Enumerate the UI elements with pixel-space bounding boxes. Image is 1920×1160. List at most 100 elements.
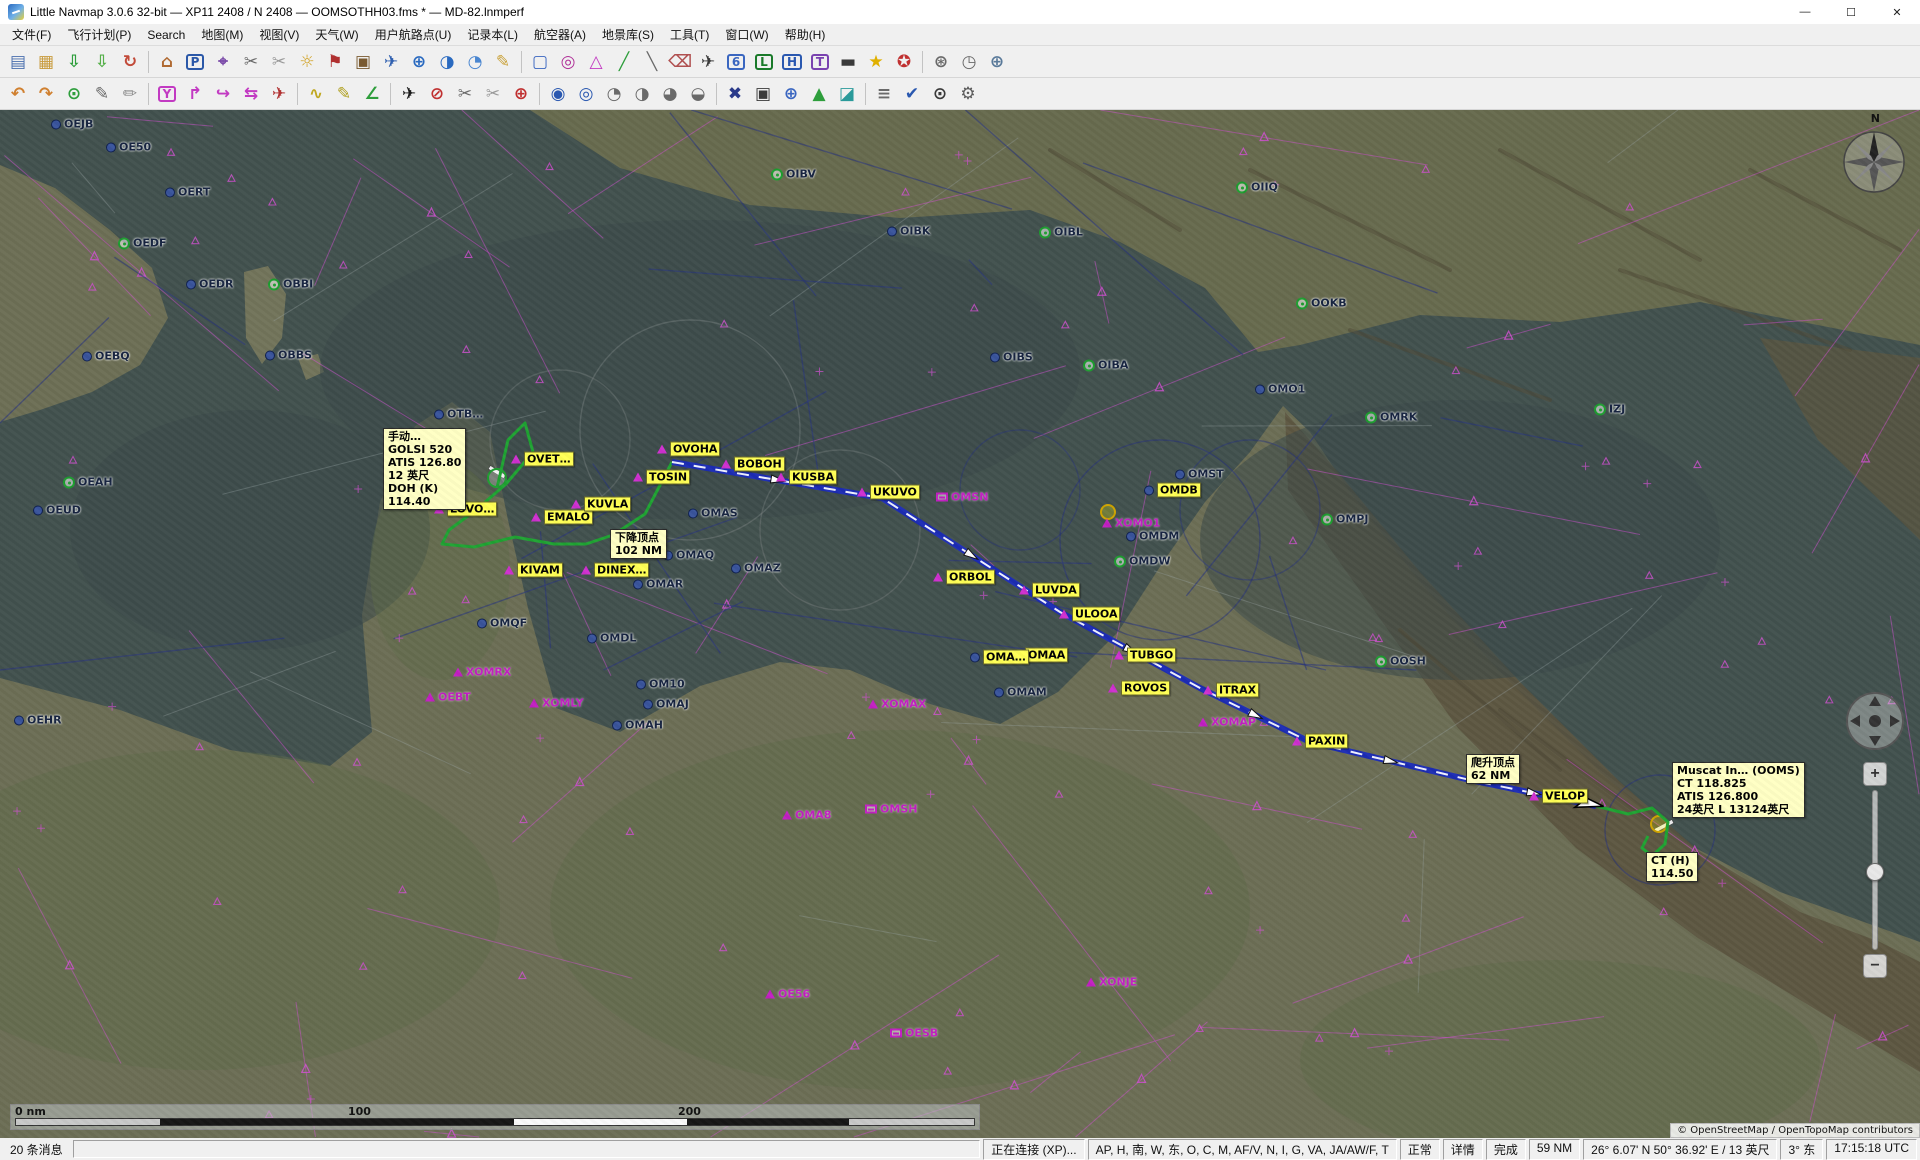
database-icon[interactable]: ≡ — [870, 80, 898, 108]
waypoint-OMST[interactable]: OMST — [1175, 468, 1224, 481]
cut-route-icon[interactable]: ✂ — [451, 80, 479, 108]
waypoint-OEDR[interactable]: OEDR — [186, 278, 233, 291]
waypoint-OMDW[interactable]: OMDW — [1114, 555, 1171, 568]
zoom-slider[interactable] — [1866, 790, 1884, 950]
undo-icon[interactable]: ↶ — [4, 80, 32, 108]
edit-plan-icon[interactable]: ✎ — [88, 80, 116, 108]
waypoint-OMDM[interactable]: OMDM — [1126, 530, 1179, 543]
zoom-in-icon[interactable]: ⊕ — [777, 80, 805, 108]
waypoint-ROVOS[interactable]: ROVOS — [1108, 680, 1171, 696]
zoom-slider-knob[interactable] — [1866, 863, 1884, 881]
map-canvas[interactable]: OEJB OE50 OERT OEDF OEDR OBBI OBBS OEBQ OEAH OEUD… — [0, 110, 1920, 1138]
waypoint-OEBQ[interactable]: OEBQ — [82, 350, 130, 363]
runway-label-icon[interactable]: ▬ — [834, 48, 862, 76]
reset-map-icon[interactable]: ⌂ — [153, 48, 181, 76]
waypoint-OMDL[interactable]: OMDL — [587, 632, 636, 645]
waypoint-OIIQ[interactable]: OIIQ — [1236, 181, 1278, 194]
options-gear-icon[interactable]: ⚙ — [954, 80, 982, 108]
destination-airport-icon[interactable]: ✈ — [265, 80, 293, 108]
waypoint-DINEX[interactable]: DINEX… — [581, 562, 650, 578]
measure-line-icon[interactable]: ╱ — [610, 48, 638, 76]
select-rect-icon[interactable]: ▢ — [526, 48, 554, 76]
waypoint-OOKB[interactable]: OOKB — [1296, 297, 1347, 310]
waypoint-PAXIN[interactable]: PAXIN — [1292, 733, 1349, 749]
menu-item-3[interactable]: 地图(M) — [193, 24, 251, 45]
ils-cat2-icon[interactable]: ◑ — [628, 80, 656, 108]
waypoint-OVET[interactable]: OVET… — [511, 451, 574, 467]
waypoint-XOMAP[interactable]: XOMAP — [1198, 716, 1256, 729]
procedures-icon[interactable]: Y — [153, 80, 181, 108]
terrain-icon[interactable]: ▲ — [805, 80, 833, 108]
delete-marks-icon[interactable]: ⌫ — [666, 48, 694, 76]
waypoint-XOMLY[interactable]: XOMLY — [529, 697, 584, 710]
waypoint-OMDB[interactable]: OMDB — [1144, 482, 1201, 498]
waypoint-XOMO1[interactable]: XOMO1 — [1102, 517, 1160, 530]
waypoint-OEHR[interactable]: OEHR — [14, 714, 62, 727]
waypoint-OESB[interactable]: OESB — [890, 1027, 938, 1040]
menu-item-2[interactable]: Search — [139, 26, 193, 44]
compass-rose-icon[interactable]: ✪ — [890, 48, 918, 76]
validate-icon[interactable]: ✔ — [898, 80, 926, 108]
compass-rose-icon[interactable] — [1838, 126, 1910, 198]
track-line-icon[interactable]: ∿ — [302, 80, 330, 108]
disable-icon[interactable]: ⊘ — [423, 80, 451, 108]
menu-item-9[interactable]: 地景库(S) — [594, 24, 662, 45]
waypoint-ITRAX[interactable]: ITRAX — [1203, 682, 1260, 698]
search-map-icon[interactable]: ⊙ — [926, 80, 954, 108]
map-marks-icon[interactable]: ✎ — [489, 48, 517, 76]
menu-item-1[interactable]: 飞行计划(P) — [59, 24, 139, 45]
waypoint-OIBK[interactable]: OIBK — [887, 225, 930, 238]
zoom-out-button[interactable]: − — [1863, 954, 1887, 978]
label-airport-icon[interactable]: L — [750, 48, 778, 76]
waypoint-OBBI[interactable]: OBBI — [268, 278, 313, 291]
menu-item-12[interactable]: 帮助(H) — [777, 24, 834, 45]
online-network-icon[interactable]: ⊕ — [983, 48, 1011, 76]
airspace-firs-icon[interactable]: ◑ — [433, 48, 461, 76]
waypoint-OEBT[interactable]: OEBT — [425, 691, 471, 704]
navaid-vor-icon[interactable]: ◉ — [544, 80, 572, 108]
hold-icon[interactable]: 6 — [722, 48, 750, 76]
waypoint-ULOOA[interactable]: ULOOA — [1059, 606, 1121, 622]
route-reverse-icon[interactable]: ⇆ — [237, 80, 265, 108]
map-pan-widget[interactable] — [1840, 686, 1910, 756]
sid-star-icon[interactable]: ↱ — [181, 80, 209, 108]
save-flightplan-icon[interactable]: ⇩ — [60, 48, 88, 76]
waypoint-OOSH[interactable]: OOSH — [1375, 655, 1426, 668]
traffic-pattern-icon[interactable]: ✈ — [694, 48, 722, 76]
menu-item-11[interactable]: 窗口(W) — [717, 24, 776, 45]
weather-icon[interactable]: ☼ — [293, 48, 321, 76]
waypoint-OE56[interactable]: OE56 — [765, 988, 810, 1001]
measure-gc-icon[interactable]: ╲ — [638, 48, 666, 76]
range-rings-icon[interactable]: ◎ — [554, 48, 582, 76]
waypoint-OMAZ[interactable]: OMAZ — [731, 562, 781, 575]
elevation-profile-icon[interactable]: ◪ — [833, 80, 861, 108]
waypoint-TOSIN[interactable]: TOSIN — [633, 469, 691, 485]
waypoint-OMA8[interactable]: OMA8 — [782, 809, 831, 822]
waypoint-OTB[interactable]: OTB… — [434, 408, 483, 421]
waypoint-XOMRX[interactable]: XOMRX — [453, 666, 511, 679]
waypoint-OMQF[interactable]: OMQF — [477, 617, 527, 630]
label-heading-icon[interactable]: H — [778, 48, 806, 76]
parking-position-icon[interactable]: P — [181, 48, 209, 76]
waypoint-OE50[interactable]: OE50 — [106, 141, 151, 154]
waypoint-OMO1[interactable]: OMO1 — [1255, 383, 1305, 396]
ils-cat1-icon[interactable]: ◔ — [600, 80, 628, 108]
label-text-icon[interactable]: T — [806, 48, 834, 76]
new-flightplan-icon[interactable]: ▤ — [4, 48, 32, 76]
ils-cat3-icon[interactable]: ◕ — [656, 80, 684, 108]
waypoint-OMSH[interactable]: OMSH — [865, 803, 917, 816]
highlight-star-icon[interactable]: ★ — [862, 48, 890, 76]
waypoint-OIBL[interactable]: OIBL — [1039, 226, 1083, 239]
msa-diagram-icon[interactable]: △ — [582, 48, 610, 76]
waypoint-OERT[interactable]: OERT — [165, 186, 210, 199]
waypoint-OEDF[interactable]: OEDF — [118, 237, 167, 250]
waypoint-OMRK[interactable]: OMRK — [1365, 411, 1417, 424]
waypoint-OM10[interactable]: OM10 — [636, 678, 685, 691]
userpoint-icon[interactable]: ⚑ — [321, 48, 349, 76]
waypoint-OMAS[interactable]: OMAS — [688, 507, 738, 520]
close-button[interactable]: ✕ — [1874, 0, 1920, 24]
waypoint-OIBA[interactable]: OIBA — [1083, 359, 1128, 372]
logbook-icon[interactable]: ▣ — [349, 48, 377, 76]
center-flightplan-icon[interactable]: ⌖ — [209, 48, 237, 76]
reload-flightplan-icon[interactable]: ↻ — [116, 48, 144, 76]
